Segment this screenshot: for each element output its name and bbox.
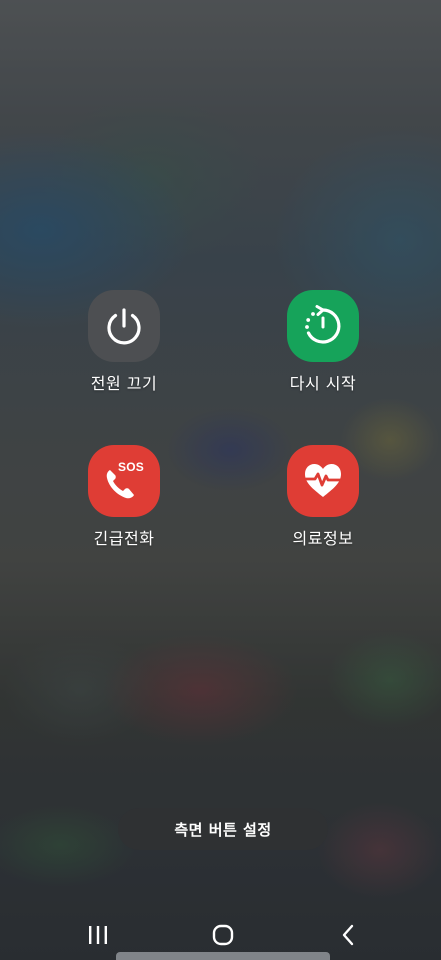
back-icon bbox=[342, 924, 354, 946]
sos-badge: SOS bbox=[118, 460, 144, 474]
power-icon bbox=[107, 308, 141, 345]
gesture-handle[interactable] bbox=[116, 952, 330, 960]
medical-info-button[interactable]: 의료정보 bbox=[248, 445, 398, 549]
back-button[interactable] bbox=[328, 922, 368, 948]
power-off-button[interactable]: 전원 끄기 bbox=[49, 290, 199, 394]
medical-heart-icon bbox=[304, 464, 342, 497]
recents-button[interactable] bbox=[78, 922, 118, 948]
power-off-tile[interactable] bbox=[88, 290, 160, 362]
home-button[interactable] bbox=[203, 922, 243, 948]
restart-tile[interactable] bbox=[287, 290, 359, 362]
emergency-call-button[interactable]: SOS 긴급전화 bbox=[49, 445, 199, 549]
recents-icon bbox=[89, 926, 107, 944]
restart-label: 다시 시작 bbox=[289, 374, 357, 393]
emergency-call-label: 긴급전화 bbox=[93, 529, 155, 548]
restart-button[interactable]: 다시 시작 bbox=[248, 290, 398, 394]
side-key-settings-button[interactable]: 측면 버튼 설정 bbox=[118, 808, 328, 850]
emergency-call-tile[interactable]: SOS bbox=[88, 445, 160, 517]
power-off-label: 전원 끄기 bbox=[90, 374, 158, 393]
medical-info-tile[interactable] bbox=[287, 445, 359, 517]
home-icon bbox=[212, 924, 234, 946]
medical-info-label: 의료정보 bbox=[292, 529, 354, 548]
restart-icon bbox=[305, 305, 341, 344]
